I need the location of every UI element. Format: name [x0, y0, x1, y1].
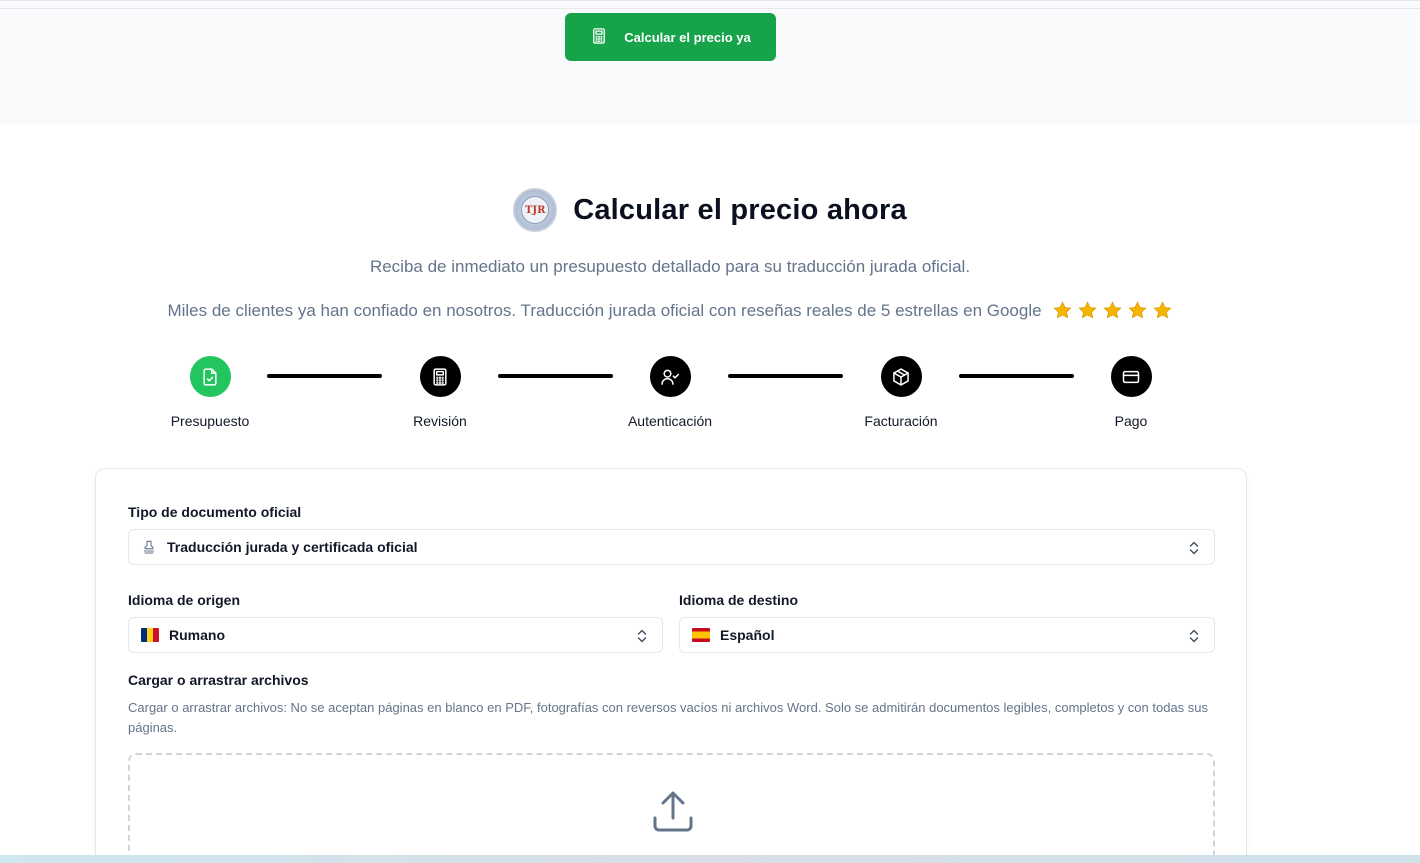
chevron-up-down-icon	[637, 629, 647, 643]
step-facturacion: Facturación	[831, 356, 971, 429]
romania-flag-icon	[141, 628, 159, 642]
step-circle	[649, 356, 691, 397]
step-connector	[728, 374, 843, 378]
star-icon	[1077, 301, 1097, 319]
step-pago: Pago	[1061, 356, 1201, 429]
progress-stepper: Presupuesto Revisión Autenticación Factu…	[0, 356, 1420, 436]
chevron-up-down-icon	[1189, 629, 1199, 643]
star-rating	[1052, 300, 1173, 321]
calculate-price-button-label: Calcular el precio ya	[624, 29, 751, 45]
package-icon	[893, 367, 909, 386]
star-icon	[1127, 301, 1147, 319]
upload-icon	[653, 791, 693, 832]
calculate-price-button[interactable]: Calcular el precio ya	[565, 13, 776, 61]
calculator-icon	[433, 367, 447, 386]
hero-subtitle: Reciba de inmediato un presupuesto detal…	[369, 257, 971, 276]
seal-logo: TJR	[513, 188, 558, 232]
source-lang-label: Idioma de origen	[128, 592, 241, 608]
page-title: Calcular el precio ahora	[573, 193, 907, 226]
calculator-icon	[590, 27, 608, 48]
step-connector	[267, 374, 382, 378]
step-revision: Revisión	[370, 356, 510, 429]
top-divider	[0, 8, 1420, 9]
target-lang-select[interactable]: Español	[679, 617, 1215, 653]
step-label: Facturación	[864, 413, 938, 429]
step-autenticacion: Autenticación	[600, 356, 740, 429]
doc-type-value: Traducción jurada y certificada oficial	[167, 539, 418, 555]
step-circle	[189, 356, 231, 397]
star-icon	[1102, 301, 1122, 319]
step-circle	[880, 356, 922, 397]
quote-form-card: Tipo de documento oficial Traducción jur…	[95, 468, 1247, 863]
step-circle	[419, 356, 461, 397]
step-presupuesto: Presupuesto	[140, 356, 280, 429]
step-connector	[959, 374, 1074, 378]
step-label: Pago	[1114, 413, 1148, 429]
star-icon	[1152, 301, 1172, 319]
doc-type-label: Tipo de documento oficial	[128, 504, 302, 520]
user-check-icon	[661, 369, 680, 385]
target-lang-value: Español	[720, 627, 775, 643]
upload-help-text: Cargar o arrastrar archivos: No se acept…	[128, 700, 1209, 735]
spain-flag-icon	[692, 628, 710, 642]
star-icon	[1052, 301, 1072, 319]
file-check-icon	[203, 367, 217, 386]
top-band: Calcular el precio ya	[0, 0, 1420, 124]
step-label: Autenticación	[627, 413, 713, 429]
step-circle	[1110, 356, 1152, 397]
step-label: Revisión	[413, 413, 467, 429]
source-lang-select[interactable]: Rumano	[128, 617, 663, 653]
step-label: Presupuesto	[170, 413, 250, 429]
stamp-icon	[143, 540, 155, 554]
seal-logo-text: TJR	[521, 196, 550, 224]
source-lang-value: Rumano	[169, 627, 225, 643]
hero-title-row: TJR Calcular el precio ahora	[0, 188, 1420, 232]
upload-label: Cargar o arrastrar archivos	[128, 672, 309, 688]
reviews-text: Miles de clientes ya han confiado en nos…	[167, 300, 1042, 320]
chevron-up-down-icon	[1189, 541, 1199, 555]
taskbar-edge	[0, 855, 1420, 863]
target-lang-label: Idioma de destino	[679, 592, 799, 608]
step-connector	[498, 374, 613, 378]
doc-type-select[interactable]: Traducción jurada y certificada oficial	[128, 529, 1215, 565]
reviews-line: Miles de clientes ya han confiado en nos…	[0, 300, 1340, 321]
file-dropzone[interactable]	[128, 753, 1215, 863]
credit-card-icon	[1122, 370, 1140, 383]
